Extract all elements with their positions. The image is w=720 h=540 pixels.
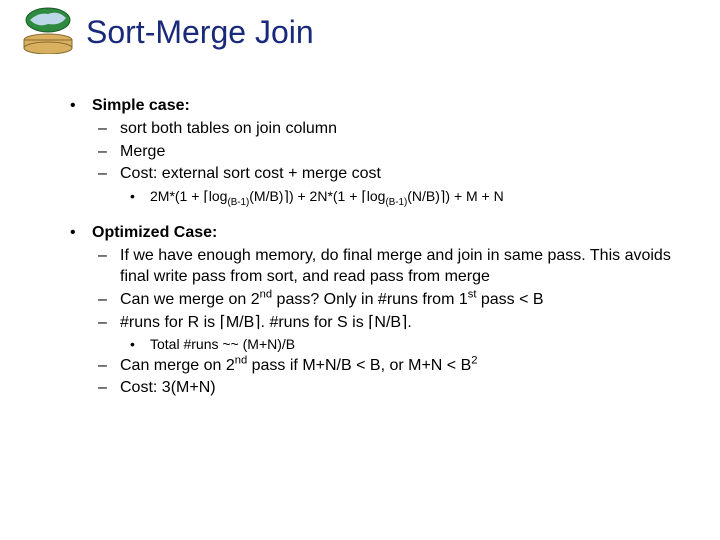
dash-l2-icon: –: [98, 142, 120, 163]
t: ) + M + N: [445, 188, 503, 204]
t: . #runs for S is: [261, 314, 369, 331]
bullet-l1-icon: •: [70, 96, 92, 117]
bullet-l1-icon: •: [70, 223, 92, 244]
list-item: – Merge: [98, 142, 680, 163]
list-item: • Total #runs ~~ (M+N)/B: [130, 335, 680, 353]
text: If we have enough memory, do final merge…: [120, 246, 680, 288]
t: #runs for R is: [120, 314, 220, 331]
list-item: – If we have enough memory, do final mer…: [98, 246, 680, 288]
t: N/B: [374, 314, 401, 331]
t: Can merge on 2: [120, 357, 235, 374]
t: (M/B): [249, 188, 283, 204]
slide-title: Sort-Merge Join: [86, 14, 314, 51]
t: pass if M+N/B < B, or M+N < B: [247, 357, 471, 374]
slide-body: • Simple case: – sort both tables on joi…: [70, 96, 680, 401]
t: 2M*(1 +: [150, 188, 203, 204]
t: pass? Only in #runs from 1: [272, 291, 468, 308]
dash-l2-icon: –: [98, 356, 120, 377]
dash-l2-icon: –: [98, 246, 120, 288]
text: #runs for R is ⌈M/B⌉. #runs for S is ⌈N/…: [120, 313, 680, 334]
t: pass < B: [476, 291, 543, 308]
list-item: – Cost: 3(M+N): [98, 378, 680, 399]
sup: nd: [235, 354, 247, 366]
dash-l2-icon: –: [98, 290, 120, 311]
text: Can we merge on 2nd pass? Only in #runs …: [120, 290, 680, 311]
list-item: – Can merge on 2nd pass if M+N/B < B, or…: [98, 356, 680, 377]
bullet-l3-icon: •: [130, 335, 150, 353]
dash-l2-icon: –: [98, 164, 120, 185]
text: Cost: 3(M+N): [120, 378, 680, 399]
t: .: [407, 314, 411, 331]
dash-l2-icon: –: [98, 378, 120, 399]
text: sort both tables on join column: [120, 119, 680, 140]
t: (N/B): [407, 188, 440, 204]
bullet-l3-icon: •: [130, 187, 150, 205]
t: log: [209, 188, 228, 204]
section-heading: • Simple case:: [70, 96, 680, 117]
dash-l2-icon: –: [98, 313, 120, 334]
text: Simple case:: [92, 96, 680, 117]
t: Can we merge on 2: [120, 291, 260, 308]
slide-decorative-icon: [8, 6, 80, 54]
text: Cost: external sort cost + merge cost: [120, 164, 680, 185]
list-item-formula: • 2M*(1 + ⌈log(B-1)(M/B)⌉) + 2N*(1 + ⌈lo…: [130, 187, 680, 205]
cost-formula: 2M*(1 + ⌈log(B-1)(M/B)⌉) + 2N*(1 + ⌈log(…: [150, 187, 680, 205]
sup: nd: [260, 288, 272, 300]
list-item: – Can we merge on 2nd pass? Only in #run…: [98, 290, 680, 311]
section-heading: • Optimized Case:: [70, 223, 680, 244]
text: Can merge on 2nd pass if M+N/B < B, or M…: [120, 356, 680, 377]
text: Optimized Case:: [92, 223, 680, 244]
dash-l2-icon: –: [98, 119, 120, 140]
sub: (B-1): [385, 197, 407, 208]
t: log: [367, 188, 386, 204]
sub: (B-1): [227, 197, 249, 208]
list-item: – #runs for R is ⌈M/B⌉. #runs for S is ⌈…: [98, 313, 680, 334]
t: ) + 2N*(1 +: [289, 188, 361, 204]
text: Total #runs ~~ (M+N)/B: [150, 335, 680, 353]
sup: 2: [471, 354, 477, 366]
text: Merge: [120, 142, 680, 163]
t: M/B: [226, 314, 254, 331]
list-item: – Cost: external sort cost + merge cost: [98, 164, 680, 185]
list-item: – sort both tables on join column: [98, 119, 680, 140]
